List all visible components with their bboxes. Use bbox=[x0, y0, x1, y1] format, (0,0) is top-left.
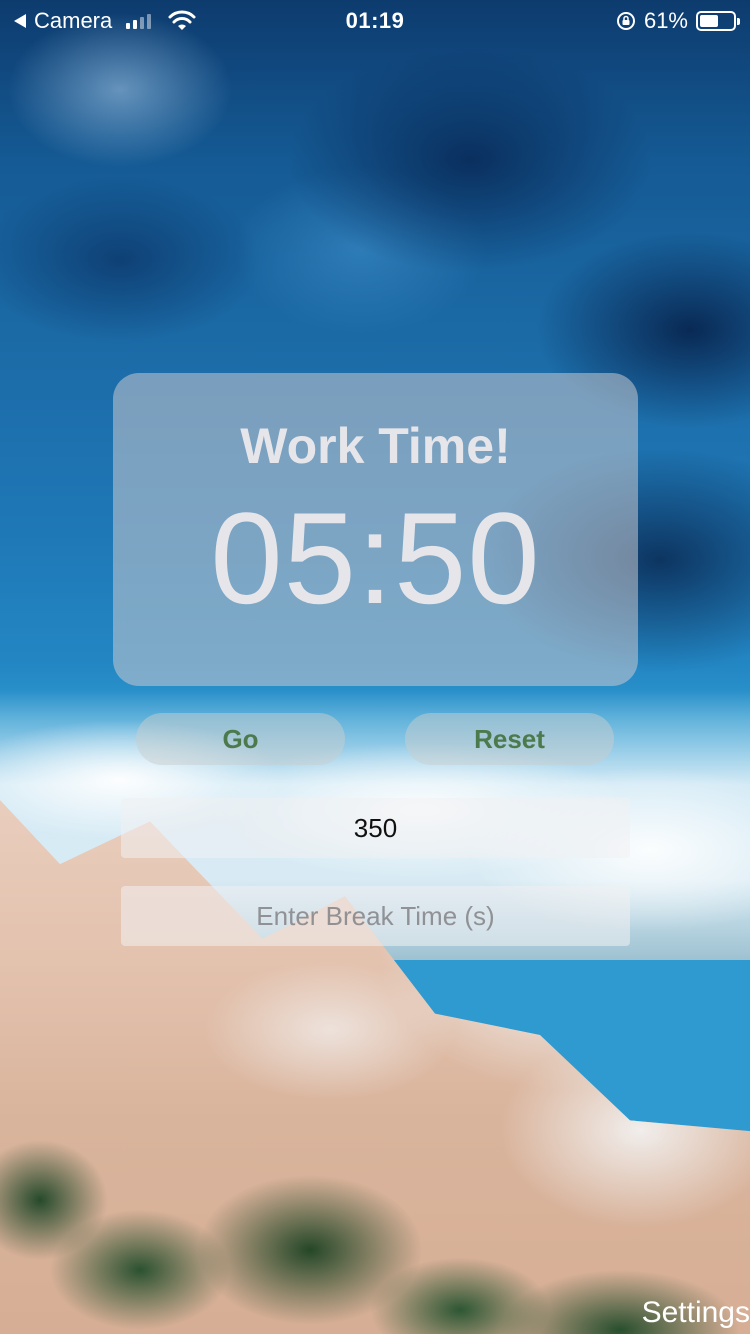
reset-button[interactable]: Reset bbox=[405, 713, 614, 765]
status-right: 61% bbox=[616, 8, 740, 34]
battery-percentage: 61% bbox=[643, 8, 688, 33]
settings-link[interactable]: Settings bbox=[642, 1296, 750, 1330]
rotation-lock-icon bbox=[616, 12, 635, 30]
background-trees bbox=[0, 1140, 750, 1334]
battery-fill bbox=[700, 15, 719, 27]
go-button[interactable]: Go bbox=[136, 713, 345, 765]
status-bar: Camera 01:19 61% bbox=[0, 0, 750, 40]
timer-countdown: 05:50 bbox=[210, 485, 541, 631]
timer-title: Work Time! bbox=[240, 418, 511, 474]
break-time-input[interactable] bbox=[121, 886, 630, 946]
timer-card: Work Time! 05:50 bbox=[113, 373, 638, 686]
battery-icon bbox=[696, 11, 740, 31]
work-time-input[interactable] bbox=[121, 798, 630, 858]
